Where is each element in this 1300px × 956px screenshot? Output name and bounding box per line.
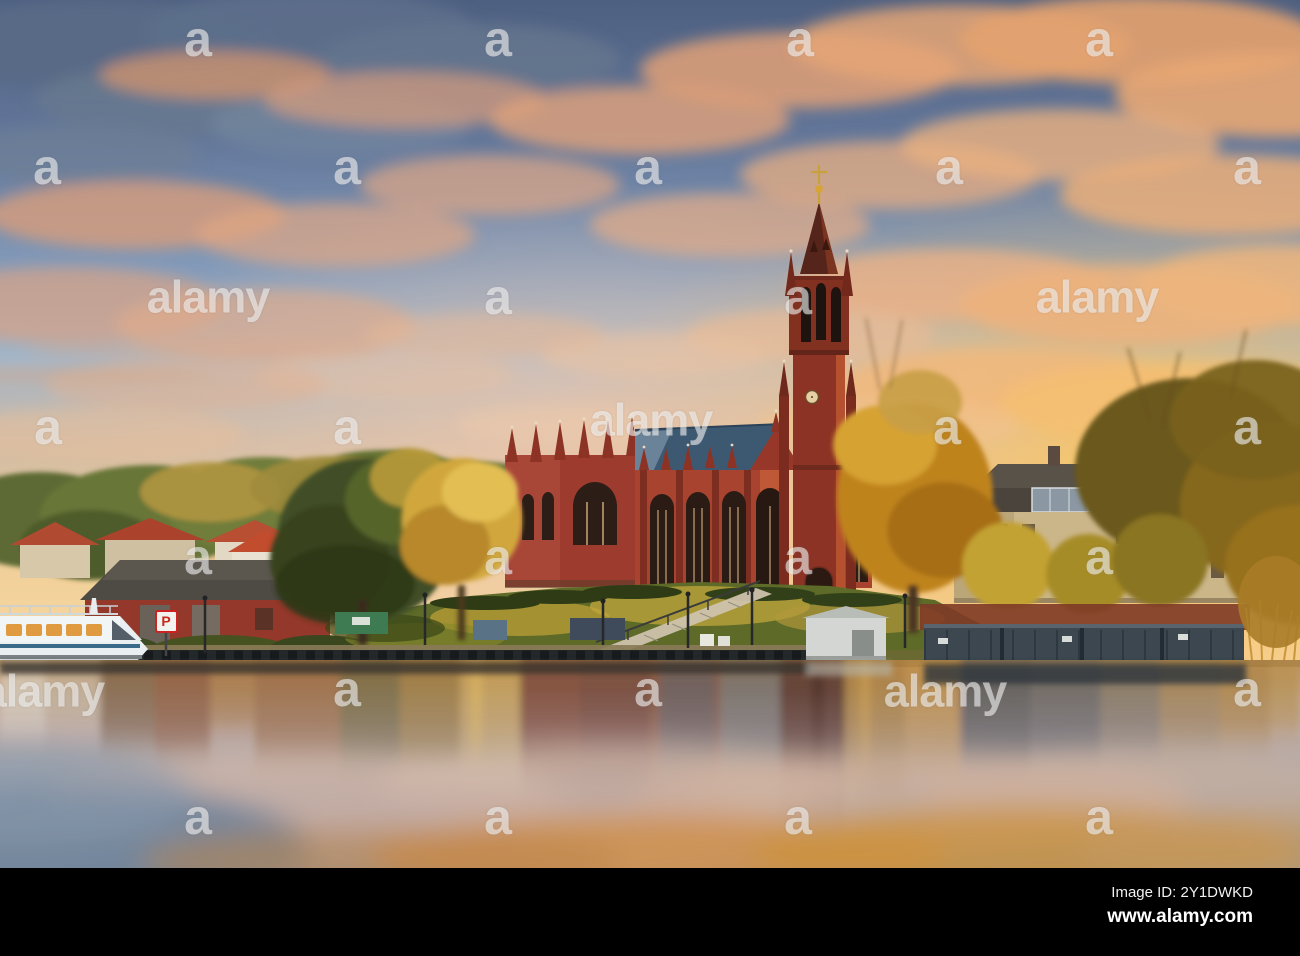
footer-info: Image ID: 2Y1DWKD www.alamy.com: [1107, 884, 1253, 928]
sky-reflection: [0, 742, 1300, 868]
image-id-text: Image ID: 2Y1DWKD: [1111, 884, 1253, 901]
spire-golden-orb: [815, 185, 823, 193]
footer-bar: alamy Image ID: 2Y1DWKD www.alamy.com: [0, 868, 1300, 956]
notice-board: [570, 618, 625, 640]
scene: [0, 0, 1300, 868]
info-board: [473, 620, 507, 640]
boat-windows: [6, 624, 102, 636]
parking-sign-label: P: [161, 613, 171, 629]
lake-water: [0, 660, 1300, 868]
watermarked-stock-photo-page: P a a a a a a a a a a a a a a a a a a a a a a a a a a alamy alamy al…: [0, 0, 1300, 956]
photo-area: P a a a a a a a a a a a a a a a a a a a a a a a a a a alamy alamy al…: [0, 0, 1300, 868]
website-url-text: www.alamy.com: [1107, 906, 1253, 927]
boathouses: [920, 604, 1250, 664]
